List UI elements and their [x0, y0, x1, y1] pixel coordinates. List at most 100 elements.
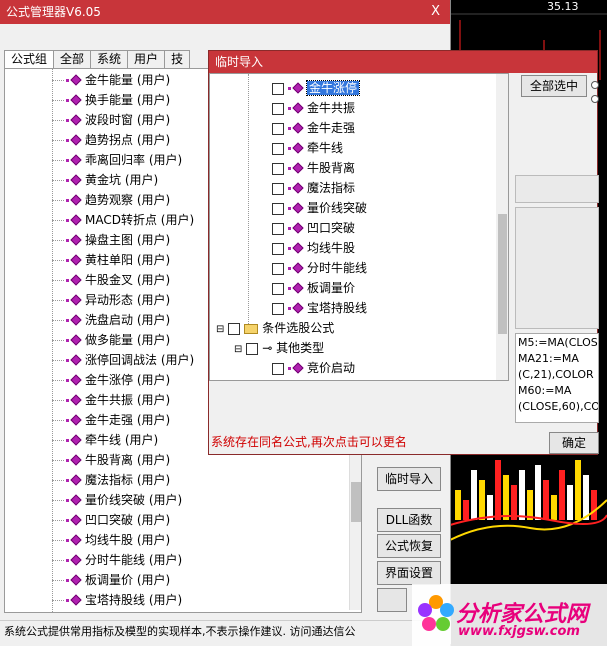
- dll-function-button[interactable]: DLL函数: [377, 508, 441, 532]
- import-item[interactable]: 凹口突破: [272, 218, 355, 238]
- tree-item[interactable]: 趋势拐点 (用户): [52, 130, 170, 150]
- tree-item[interactable]: 量价线突破 (用户): [52, 490, 182, 510]
- tab-1[interactable]: 全部: [53, 50, 92, 68]
- tree-item[interactable]: 牵牛线 (用户): [52, 430, 158, 450]
- checkbox[interactable]: [272, 282, 284, 295]
- tree-item-label: 凹口突破 (用户): [85, 513, 171, 527]
- tree-item[interactable]: MACD转折点 (用户): [52, 210, 194, 230]
- radio-option-1[interactable]: [591, 81, 599, 89]
- tree-item[interactable]: 魔法指标 (用户): [52, 470, 170, 490]
- tree-item[interactable]: 牛股背离 (用户): [52, 450, 170, 470]
- close-icon[interactable]: X: [431, 0, 440, 24]
- checkbox[interactable]: [272, 122, 284, 135]
- temp-import-dialog: 临时导入 金牛涨停金牛共振 金牛走强 牵牛线 牛股背离魔法指标量价线突破凹口突破 均线牛…: [208, 50, 599, 455]
- tree-item[interactable]: 异动形态 (用户): [52, 290, 170, 310]
- checkbox[interactable]: [272, 362, 284, 375]
- tree-item[interactable]: 洗盘启动 (用户): [52, 310, 170, 330]
- tree-item[interactable]: 黄金坑 (用户): [52, 170, 158, 190]
- import-item[interactable]: 魔法指标: [272, 178, 355, 198]
- tree-item-label: 乖离回归率 (用户): [85, 153, 183, 167]
- import-item[interactable]: 量价线突破: [272, 198, 367, 218]
- checkbox[interactable]: [272, 242, 284, 255]
- tree-item-label: 牛股背离 (用户): [85, 453, 171, 467]
- temp-import-button[interactable]: 临时导入: [377, 467, 441, 491]
- checkbox[interactable]: [272, 202, 284, 215]
- tree-item[interactable]: 波段时窗 (用户): [52, 110, 170, 130]
- dialog-vertical-scrollbar[interactable]: [496, 74, 508, 380]
- tree-item[interactable]: 乖离回归率 (用户): [52, 150, 182, 170]
- checkbox[interactable]: [272, 302, 284, 315]
- tree-item[interactable]: 金牛涨停 (用户): [52, 370, 170, 390]
- tree-item[interactable]: 板调量价 (用户): [52, 570, 170, 590]
- window-title-bar[interactable]: 公式管理器V6.05 X: [0, 0, 450, 24]
- tab-3[interactable]: 用户: [127, 50, 166, 68]
- tree-item[interactable]: 凹口突破 (用户): [52, 510, 170, 530]
- extra-button[interactable]: [377, 588, 407, 612]
- formula-icon: [70, 494, 82, 506]
- tree-item[interactable]: 趋势观察 (用户): [52, 190, 170, 210]
- tree-item[interactable]: 金牛能量 (用户): [52, 70, 170, 90]
- condition-item[interactable]: 启动点预警: [272, 378, 367, 380]
- formula-icon: [70, 554, 82, 566]
- checkbox[interactable]: [272, 182, 284, 195]
- volume-bar: [567, 485, 573, 520]
- collapse-icon[interactable]: ⊟: [234, 344, 242, 355]
- import-item[interactable]: 牵牛线: [272, 138, 343, 158]
- tree-item-label: 均线牛股 (用户): [85, 533, 171, 547]
- import-item[interactable]: 金牛涨停: [272, 78, 361, 98]
- tree-item-label: 趋势拐点 (用户): [85, 133, 171, 147]
- tree-item[interactable]: 牛股金叉 (用户): [52, 270, 170, 290]
- dialog-title[interactable]: 临时导入: [209, 51, 597, 73]
- import-tree[interactable]: 金牛涨停金牛共振 金牛走强 牵牛线 牛股背离魔法指标量价线突破凹口突破 均线牛股 分时牛能…: [209, 73, 509, 381]
- tree-item-label: 趋势观察 (用户): [85, 193, 171, 207]
- import-item[interactable]: 均线牛股: [272, 238, 355, 258]
- tree-item[interactable]: 换手能量 (用户): [52, 90, 170, 110]
- checkbox[interactable]: [272, 102, 284, 115]
- price-label: 35.13: [547, 0, 579, 13]
- import-item[interactable]: 宝塔持股线: [272, 298, 367, 318]
- ui-settings-button[interactable]: 界面设置: [377, 561, 441, 585]
- tab-0[interactable]: 公式组: [4, 50, 55, 68]
- tab-2[interactable]: 系统: [90, 50, 129, 68]
- tree-item[interactable]: 涨停回调战法 (用户): [52, 350, 194, 370]
- checkbox[interactable]: [272, 82, 284, 95]
- ok-button[interactable]: 确定: [549, 432, 599, 454]
- checkbox[interactable]: [272, 222, 284, 235]
- checkbox[interactable]: [272, 142, 284, 155]
- import-item[interactable]: 分时牛能线: [272, 258, 367, 278]
- tree-item[interactable]: 均线牛股 (用户): [52, 530, 170, 550]
- tree-item-label: 魔法指标 (用户): [85, 473, 171, 487]
- import-item[interactable]: 板调量价: [272, 278, 355, 298]
- scroll-thumb[interactable]: [351, 482, 361, 522]
- checkbox[interactable]: [246, 342, 259, 355]
- select-all-button[interactable]: 全部选中: [521, 75, 587, 97]
- checkbox[interactable]: [228, 322, 241, 335]
- tree-item[interactable]: 做多能量 (用户): [52, 330, 170, 350]
- tree-item[interactable]: 金牛走强 (用户): [52, 410, 170, 430]
- formula-icon: [70, 214, 82, 226]
- import-item-label: 金牛涨停: [305, 80, 361, 96]
- formula-restore-button[interactable]: 公式恢复: [377, 534, 441, 558]
- tree-item-label: 板调量价 (用户): [85, 573, 171, 587]
- tree-item[interactable]: 黄柱单阳 (用户): [52, 250, 170, 270]
- formula-icon: [70, 474, 82, 486]
- tree-item[interactable]: 操盘主图 (用户): [52, 230, 170, 250]
- import-item-label: 量价线突破: [307, 201, 368, 215]
- tree-item[interactable]: 金牛共振 (用户): [52, 390, 170, 410]
- collapse-icon[interactable]: ⊟: [216, 324, 224, 335]
- subgroup-node[interactable]: ⊟ ⊸ 其他类型: [234, 338, 324, 358]
- radio-option-2[interactable]: [591, 95, 599, 103]
- scroll-thumb[interactable]: [498, 214, 507, 334]
- import-item[interactable]: 金牛走强: [272, 118, 355, 138]
- condition-item[interactable]: 竞价启动: [272, 358, 355, 378]
- import-item[interactable]: 牛股背离: [272, 158, 355, 178]
- checkbox[interactable]: [272, 162, 284, 175]
- checkbox[interactable]: [272, 262, 284, 275]
- import-item-label: 魔法指标: [307, 181, 356, 195]
- key-icon: ⊸: [262, 341, 273, 355]
- group-node[interactable]: ⊟ 条件选股公式: [216, 318, 334, 338]
- tree-item[interactable]: 分时牛能线 (用户): [52, 550, 182, 570]
- import-item[interactable]: 金牛共振: [272, 98, 355, 118]
- tree-item[interactable]: 宝塔持股线 (用户): [52, 590, 182, 610]
- tab-4[interactable]: 技: [164, 50, 191, 68]
